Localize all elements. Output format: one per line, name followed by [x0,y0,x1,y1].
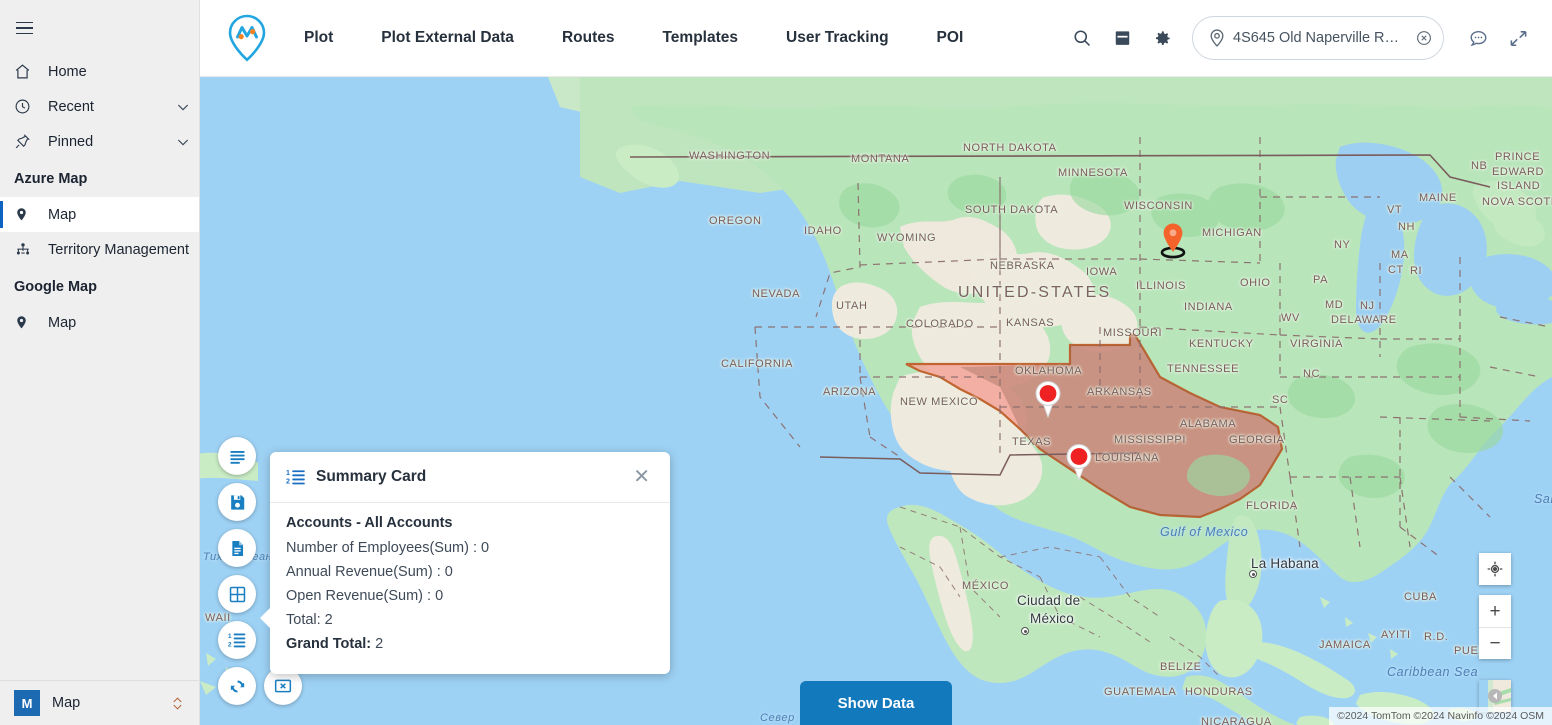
topbar-actions: 4S645 Old Naperville R… [1062,16,1552,60]
sidebar-item-label: Map [48,206,77,223]
search-icon[interactable] [1066,22,1098,54]
sidebar-item-pinned[interactable]: Pinned [0,124,199,159]
map-marker-orange[interactable] [1159,221,1187,259]
summary-card: 1 2 Summary Card ✕ Accounts - All Accoun… [260,452,670,674]
location-target-icon [1207,28,1227,48]
summary-card-row: Annual Revenue(Sum) : 0 [286,564,453,580]
territory-icon [14,241,36,259]
map-canvas[interactable]: WASHINGTON MONTANA NORTH DAKOTA MINNESOTA SO… [200,77,1552,725]
summary-card-title: Summary Card [316,468,427,485]
main-nav: Plot Plot External Data Routes Templates… [304,21,963,55]
map-application: Home Recent Pinned Azure Map Map Territo… [0,0,1552,725]
calendar-icon[interactable] [1106,22,1138,54]
zoom-control: + − [1479,595,1511,659]
sidebar-item-label: Recent [48,98,94,115]
sidebar-item-google-map[interactable]: Map [0,305,199,340]
sidebar-group-azure-map: Azure Map [14,171,88,187]
sidebar-group-google-map: Google Map [14,279,97,295]
hamburger-menu-icon[interactable] [10,6,54,50]
grand-total-value: 2 [375,636,384,652]
map-attribution: ©2024 TomTom ©2024 Navinfo ©2024 OSM [1329,707,1552,725]
grid-icon [229,586,245,602]
up-down-chevron-icon[interactable] [170,694,185,713]
summary-card-entity: Accounts - All Accounts [286,515,453,531]
svg-text:2: 2 [286,478,290,486]
sidebar-app-switcher[interactable]: M Map [0,680,199,725]
numbered-list-icon: 1 2 [228,633,246,649]
pin-icon [14,133,36,151]
chat-bubble-icon[interactable] [1462,22,1494,54]
clear-circle-icon[interactable] [1415,29,1433,47]
top-navigation-bar: Plot Plot External Data Routes Templates… [200,0,1552,77]
save-button[interactable] [218,483,256,521]
app-switcher-label: Map [52,695,81,711]
sidebar: Home Recent Pinned Azure Map Map Territo… [0,0,200,725]
sidebar-item-recent[interactable]: Recent [0,89,199,124]
refresh-button[interactable] [218,667,256,705]
summary-card-row: Total: 2 [286,612,333,628]
close-box-icon [274,679,292,693]
nav-plot-external-data[interactable]: Plot External Data [381,21,514,55]
zoom-in-button[interactable]: + [1479,595,1511,627]
clock-icon [14,98,36,116]
app-badge: M [14,690,40,716]
home-icon [14,63,36,81]
sidebar-item-label: Territory Management [48,241,190,258]
map-city-dot [1249,570,1257,578]
close-icon[interactable]: ✕ [629,465,654,489]
nav-templates[interactable]: Templates [662,21,738,55]
list-view-button[interactable] [218,437,256,475]
nav-plot[interactable]: Plot [304,21,333,55]
location-pin-icon [14,314,36,332]
sidebar-item-territory-management[interactable]: Territory Management [0,232,199,267]
address-search-box[interactable]: 4S645 Old Naperville R… [1192,16,1444,60]
expand-arrows-icon[interactable] [1502,22,1534,54]
sidebar-item-label: Home [48,63,87,80]
sidebar-item-label: Pinned [48,133,94,150]
chevron-down-icon[interactable] [175,134,191,150]
lines-icon [229,450,245,464]
svg-text:1: 1 [286,469,290,477]
gear-icon[interactable] [1146,22,1178,54]
search-input[interactable]: 4S645 Old Naperville R… [1233,30,1409,46]
zoom-out-button[interactable]: − [1479,627,1511,659]
summary-card-body: Accounts - All Accounts Number of Employ… [270,503,670,674]
app-logo[interactable] [216,14,278,62]
map-marker-red-1[interactable] [1034,380,1062,418]
svg-text:2: 2 [228,642,232,649]
map-controls: + − [1479,553,1511,669]
summary-card-header: 1 2 Summary Card ✕ [270,452,670,503]
map-marker-red-2[interactable] [1065,443,1093,481]
summary-card-grand-total: Grand Total: 2 [286,632,654,656]
sidebar-item-azure-map[interactable]: Map [0,197,199,232]
nav-routes[interactable]: Routes [562,21,615,55]
location-pin-icon [14,206,36,224]
grid-button[interactable] [218,575,256,613]
floppy-disk-icon [230,494,244,510]
nav-poi[interactable]: POI [937,21,964,55]
nav-user-tracking[interactable]: User Tracking [786,21,889,55]
numbered-list-icon: 1 2 [286,467,306,487]
sidebar-item-label: Map [48,314,77,331]
locate-control[interactable] [1479,553,1511,585]
refresh-icon [230,680,244,692]
map-city-dot [1021,627,1029,635]
document-icon [231,540,243,556]
document-button[interactable] [218,529,256,567]
summary-card-row: Open Revenue(Sum) : 0 [286,588,444,604]
grand-total-label: Grand Total: [286,636,372,652]
svg-text:1: 1 [228,633,232,640]
summary-card-button[interactable]: 1 2 [218,621,256,659]
summary-card-row: Number of Employees(Sum) : 0 [286,540,490,556]
show-data-button[interactable]: Show Data [800,681,952,725]
chevron-down-icon[interactable] [175,99,191,115]
sidebar-item-home[interactable]: Home [0,54,199,89]
crosshair-icon[interactable] [1479,553,1511,585]
